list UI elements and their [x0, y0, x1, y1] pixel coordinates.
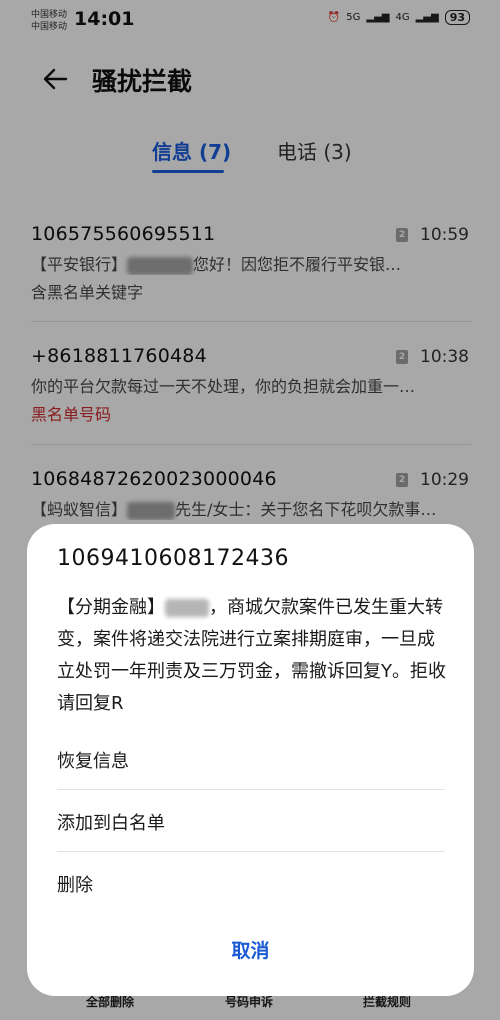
carrier-1: 中国移动 [31, 10, 68, 20]
message-preview: 【蚂蚁智信】 先生/女士：关于您名下花呗欠款事… [31, 496, 471, 520]
message-time: 10:38 [420, 347, 469, 367]
sim-2-icon: 2 [396, 228, 408, 242]
tab-messages[interactable]: 信息 (7) [152, 136, 231, 165]
clock: 14:01 [74, 8, 135, 30]
signal-2-label: 4G [395, 12, 410, 23]
message-meta: 2 10:29 [396, 470, 469, 490]
delete-button[interactable]: 删除 [57, 871, 93, 897]
message-meta: 2 10:38 [396, 347, 469, 367]
divider [57, 851, 445, 852]
action-sheet: 1069410608172436 【分期金融】 ，商城欠款案件已发生重大转变，案件… [27, 524, 474, 996]
carrier-labels: 中国移动 中国移动 [31, 9, 67, 33]
cancel-button[interactable]: 取消 [27, 936, 474, 963]
signal-icon: ▂▄▆ [366, 12, 390, 23]
redacted-name [127, 501, 176, 520]
body-prefix: 【分期金融】 [57, 597, 165, 618]
signal-icon-2: ▂▄▆ [415, 12, 439, 23]
message-preview: 你的平台欠款每过一天不处理，你的负担就会加重一… [31, 377, 416, 396]
page-title: 骚扰拦截 [92, 67, 193, 96]
preview-prefix: 【平安银行】 [31, 255, 128, 274]
divider [31, 321, 471, 322]
preview-suffix: 您好！因您拒不履行平安银… [193, 255, 402, 274]
signal-1-label: 5G [346, 12, 361, 23]
redacted-name [165, 599, 209, 617]
message-preview: 【平安银行】 您好！因您拒不履行平安银… [31, 251, 471, 275]
status-bar: 中国移动 中国移动 14:01 ⏰ 5G ▂▄▆ 4G ▂▄▆ 93 [0, 0, 500, 42]
restore-message-button[interactable]: 恢复信息 [57, 747, 129, 773]
add-to-whitelist-button[interactable]: 添加到白名单 [57, 809, 165, 835]
redacted-name [127, 256, 194, 275]
message-note: 含黑名单关键字 [31, 283, 144, 302]
message-item[interactable]: 106575560695511 2 10:59 【平安银行】 您好！因您拒不履行平… [31, 223, 471, 303]
header: 骚扰拦截 [0, 52, 500, 108]
preview-suffix: 先生/女士：关于您名下花呗欠款事… [175, 500, 437, 519]
alarm-icon: ⏰ [327, 12, 341, 23]
tab-calls[interactable]: 电话 (3) [277, 136, 352, 165]
divider [57, 789, 445, 790]
message-time: 10:29 [420, 470, 469, 490]
divider [31, 444, 471, 445]
carrier-2: 中国移动 [31, 22, 68, 32]
tab-bar: 信息 (7) 电话 (3) [0, 130, 500, 178]
back-arrow-icon[interactable] [40, 64, 70, 94]
preview-prefix: 【蚂蚁智信】 [31, 500, 128, 519]
active-tab-indicator [152, 170, 224, 173]
system-icons: ⏰ 5G ▂▄▆ 4G ▂▄▆ 93 [328, 10, 470, 25]
sheet-message-body: 【分期金融】 ，商城欠款案件已发生重大转变，案件将递交法院进行立案排期庭审，一旦成… [57, 592, 449, 720]
message-item[interactable]: 1068487262002300004​6 2 10:29 【蚂蚁智信】 先生/女… [31, 468, 471, 520]
message-note-blacklist: 黑名单号码 [31, 405, 112, 424]
sheet-sender: 1069410608172436 [57, 546, 289, 571]
sim-2-icon: 2 [396, 350, 408, 364]
message-time: 10:59 [420, 225, 469, 245]
message-item[interactable]: +8618811760484 2 10:38 你的平台欠款每过一天不处理，你的负… [31, 345, 471, 425]
battery-icon: 93 [444, 10, 470, 25]
message-meta: 2 10:59 [396, 225, 469, 245]
sim-2-icon: 2 [396, 473, 408, 487]
